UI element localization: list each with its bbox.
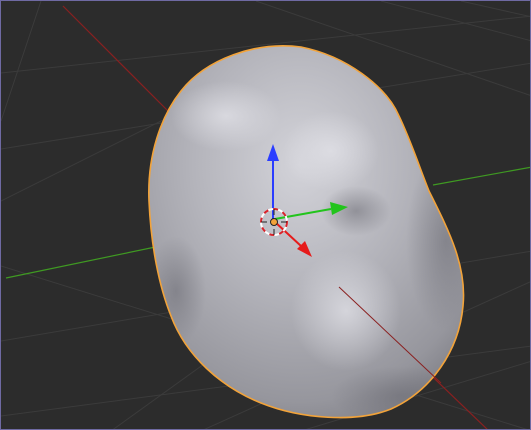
3d-cursor-icon[interactable] (260, 208, 288, 236)
viewport-canvas[interactable] (1, 1, 531, 430)
3d-viewport[interactable] (0, 0, 531, 430)
